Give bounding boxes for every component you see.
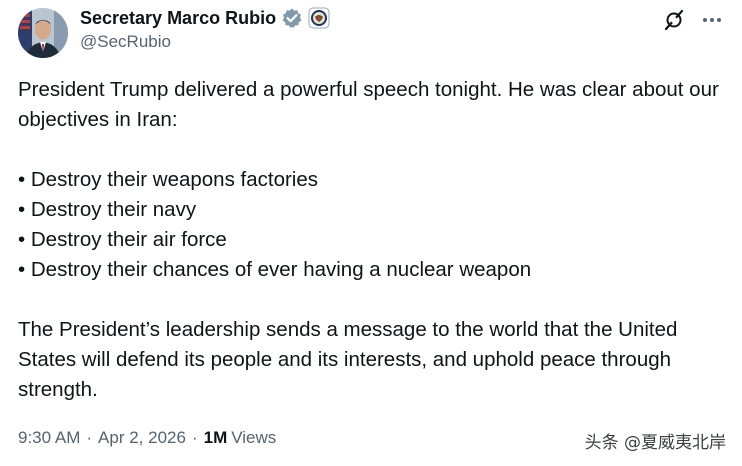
author-avatar[interactable] xyxy=(18,8,68,58)
tweet-text: President Trump delivered a powerful spe… xyxy=(18,75,730,405)
views-label[interactable]: Views xyxy=(231,428,276,448)
list-item: • Destroy their navy xyxy=(18,198,197,221)
us-state-department-seal-icon[interactable] xyxy=(308,7,330,29)
tweet-closing: The President’s leadership sends a messa… xyxy=(18,318,678,401)
author-display-name[interactable]: Secretary Marco Rubio xyxy=(80,8,276,29)
list-item: • Destroy their chances of ever having a… xyxy=(18,258,532,281)
tweet-intro: President Trump delivered a powerful spe… xyxy=(18,78,719,131)
author-name-row: Secretary Marco Rubio xyxy=(80,6,330,30)
list-item: • Destroy their air force xyxy=(18,228,227,251)
meta-separator: · xyxy=(191,428,198,447)
tweet-timestamp-time[interactable]: 9:30 AM xyxy=(18,428,80,448)
grok-icon[interactable] xyxy=(662,8,686,32)
source-watermark: 头条 @夏威夷北岸 xyxy=(584,433,726,453)
more-horizontal-icon[interactable] xyxy=(700,8,724,32)
author-handle[interactable]: @SecRubio xyxy=(80,32,171,52)
views-count: 1M xyxy=(203,428,228,447)
tweet-card: Secretary Marco Rubio @SecRubio Presiden… xyxy=(0,0,742,466)
meta-separator: · xyxy=(86,428,93,447)
tweet-top-actions xyxy=(662,8,724,32)
list-item: • Destroy their weapons factories xyxy=(18,168,319,191)
tweet-timestamp-date[interactable]: Apr 2, 2026 xyxy=(98,428,186,448)
verified-checkmark-icon[interactable] xyxy=(281,7,303,29)
tweet-metadata: 9:30 AM · Apr 2, 2026 · 1M Views xyxy=(18,428,276,448)
objectives-list: • Destroy their weapons factories • Dest… xyxy=(18,165,730,285)
